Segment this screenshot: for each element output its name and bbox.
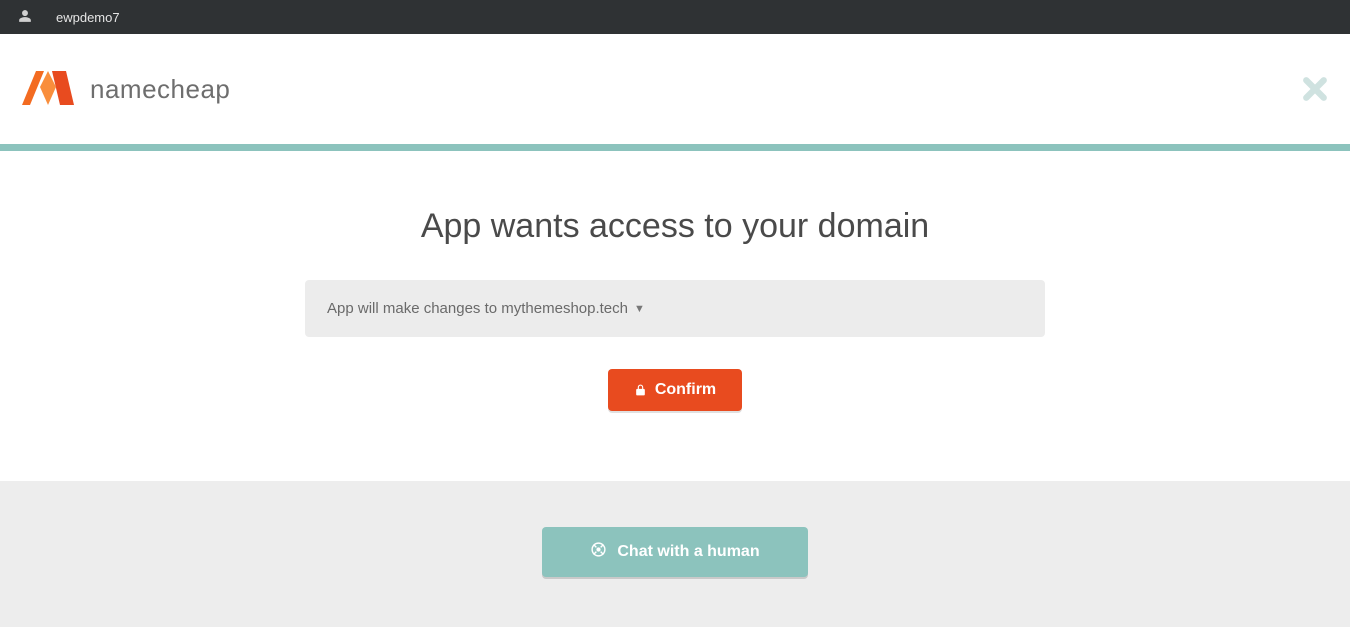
main-content: App wants access to your domain App will… [0, 151, 1350, 481]
topbar: ewpdemo7 [0, 0, 1350, 34]
chat-button[interactable]: Chat with a human [542, 527, 807, 577]
support-icon [590, 541, 607, 563]
brand-name: namecheap [90, 74, 230, 105]
confirm-button[interactable]: Confirm [608, 369, 742, 411]
divider [0, 144, 1350, 151]
domain-prompt: App will make changes to mythemeshop.tec… [327, 300, 628, 317]
page-title: App wants access to your domain [20, 207, 1330, 246]
confirm-label: Confirm [655, 381, 716, 399]
user-icon [18, 9, 32, 26]
chat-label: Chat with a human [617, 543, 759, 561]
header: namecheap [0, 34, 1350, 144]
domain-selector[interactable]: App will make changes to mythemeshop.tec… [305, 280, 1045, 337]
brand[interactable]: namecheap [20, 67, 230, 112]
footer: Chat with a human [0, 481, 1350, 627]
lock-icon [634, 383, 647, 397]
domain-prompt-prefix: App will make changes to [327, 300, 501, 317]
close-icon[interactable] [1300, 74, 1330, 104]
chevron-down-icon: ▼ [634, 303, 645, 315]
namecheap-logo-icon [20, 67, 76, 112]
username[interactable]: ewpdemo7 [56, 10, 120, 25]
domain-value: mythemeshop.tech [501, 300, 628, 317]
